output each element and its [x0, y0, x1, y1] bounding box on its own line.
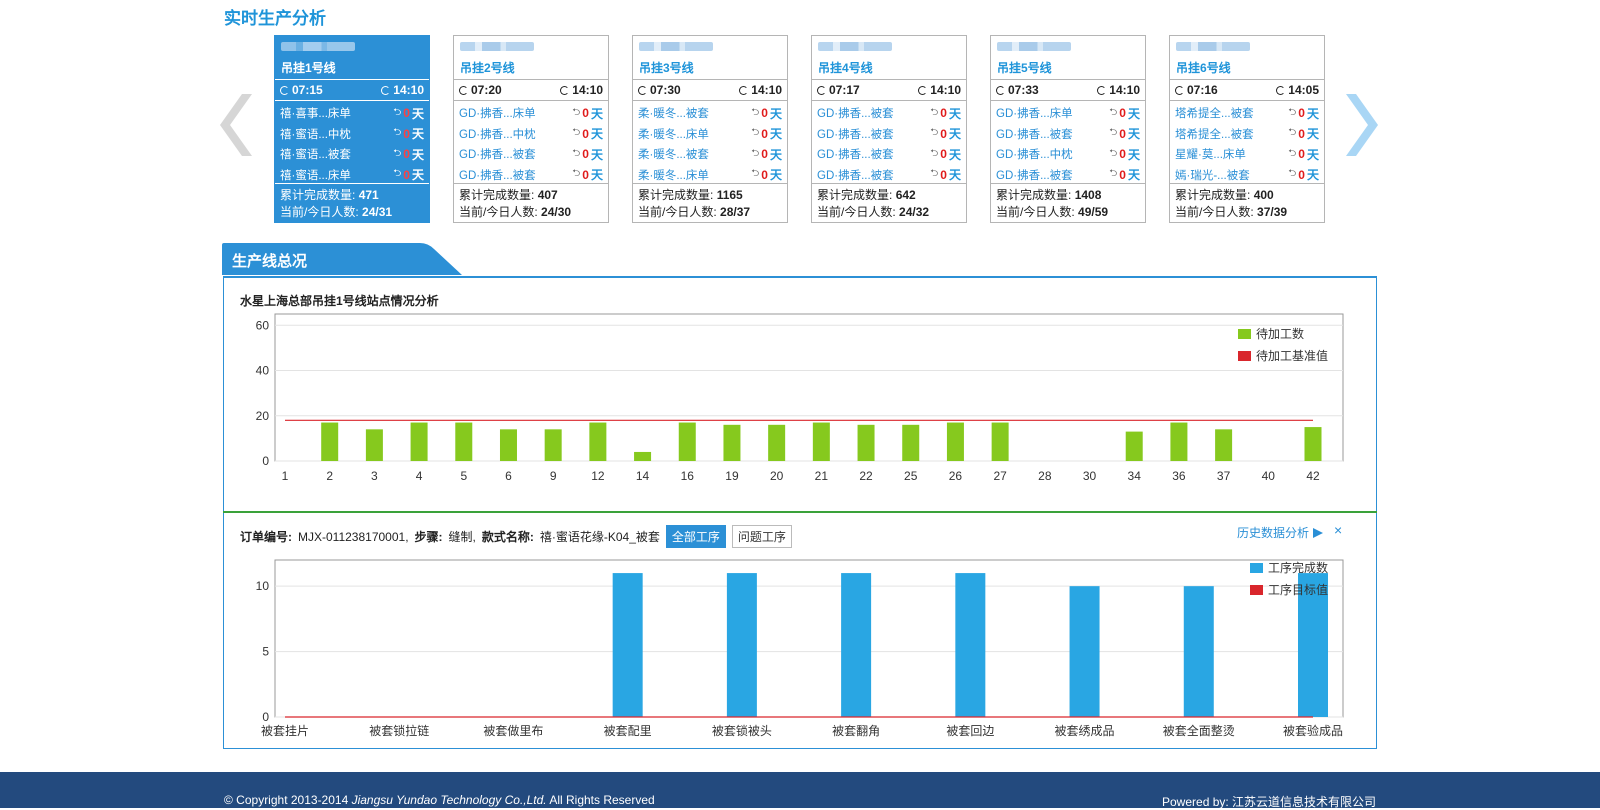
x-tick-label: 6: [505, 469, 512, 483]
bar: [1215, 429, 1233, 461]
x-tick-label: 被套全面整烫: [1163, 723, 1235, 738]
legend-label: 待加工基准值: [1256, 348, 1328, 363]
x-tick-label: 16: [681, 469, 695, 483]
x-tick-label: 34: [1128, 469, 1142, 483]
x-tick-label: 被套做里布: [483, 723, 543, 738]
x-tick-label: 被套绣成品: [1055, 724, 1115, 738]
bar: [723, 424, 741, 461]
legend-swatch: [1250, 563, 1263, 573]
bar: [1304, 427, 1322, 461]
bar: [946, 422, 964, 461]
bar: [499, 429, 517, 461]
bar: [1069, 586, 1100, 717]
bar: [589, 422, 607, 461]
x-tick-label: 30: [1083, 469, 1097, 483]
x-tick-label: 28: [1038, 469, 1052, 483]
bar: [678, 422, 696, 461]
legend-swatch: [1238, 351, 1251, 361]
x-tick-label: 被套锁被头: [712, 723, 772, 738]
x-tick-label: 21: [815, 469, 829, 483]
x-tick-label: 5: [460, 469, 467, 483]
powered-by: Powered by: 江苏云道信息技术有限公司: [1162, 793, 1376, 810]
bar: [841, 573, 872, 717]
y-tick-label: 10: [256, 579, 270, 593]
bar: [902, 424, 920, 461]
bar: [1183, 586, 1214, 717]
bar: [365, 429, 383, 461]
company-en: Jiangsu Yundao Technology Co.,Ltd.: [351, 793, 547, 807]
y-tick-label: 60: [256, 318, 270, 332]
x-tick-label: 9: [550, 469, 557, 483]
bar: [812, 422, 830, 461]
bar: [410, 422, 428, 461]
x-tick-label: 36: [1172, 469, 1186, 483]
legend-label: 工序完成数: [1268, 560, 1328, 575]
bar: [544, 429, 562, 461]
footer: © Copyright 2013-2014 Jiangsu Yundao Tec…: [0, 772, 1600, 810]
x-tick-label: 被套配里: [604, 724, 652, 738]
bar: [726, 573, 757, 717]
bar: [634, 451, 652, 461]
x-tick-label: 37: [1217, 469, 1231, 483]
x-tick-label: 25: [904, 469, 918, 483]
x-tick-label: 被套挂片: [261, 724, 309, 738]
legend-swatch: [1238, 329, 1251, 339]
bar: [991, 422, 1009, 461]
x-tick-label: 14: [636, 469, 650, 483]
y-tick-label: 0: [262, 454, 269, 468]
x-tick-label: 2: [326, 469, 333, 483]
x-tick-label: 被套回边: [946, 724, 994, 738]
x-tick-label: 12: [591, 469, 605, 483]
legend-swatch: [1250, 585, 1263, 595]
bar: [321, 422, 339, 461]
x-tick-label: 27: [993, 469, 1007, 483]
plot-frame: [274, 559, 1344, 718]
bar: [1170, 422, 1188, 461]
y-tick-label: 5: [262, 645, 269, 659]
legend-label: 待加工数: [1256, 326, 1304, 341]
x-tick-label: 3: [371, 469, 378, 483]
rights-text: All Rights Reserved: [546, 793, 655, 807]
x-tick-label: 26: [949, 469, 963, 483]
legend-label: 工序目标值: [1268, 582, 1328, 597]
y-tick-label: 40: [256, 364, 270, 378]
x-tick-label: 被套锁拉链: [369, 723, 429, 738]
x-tick-label: 1: [282, 469, 289, 483]
bar: [612, 573, 643, 717]
x-tick-label: 40: [1262, 469, 1276, 483]
copyright: © Copyright 2013-2014 Jiangsu Yundao Tec…: [224, 793, 655, 807]
bar: [1125, 431, 1143, 461]
x-tick-label: 被套验成品: [1283, 723, 1343, 738]
x-tick-label: 22: [859, 469, 873, 483]
bar: [955, 573, 986, 717]
charts-canvas: 02040601 2 3 4 5 6 9 12 14 16 19 20 21 22 25 26 27 28 30 34…: [256, 313, 1344, 738]
bar: [857, 424, 875, 461]
x-tick-label: 被套翻角: [832, 724, 880, 738]
x-tick-label: 19: [725, 469, 739, 483]
bar: [455, 422, 473, 461]
copyright-prefix: © Copyright 2013-2014: [224, 793, 352, 807]
x-tick-label: 42: [1306, 469, 1320, 483]
y-tick-label: 20: [256, 409, 270, 423]
x-tick-label: 20: [770, 469, 784, 483]
y-tick-label: 0: [262, 710, 269, 724]
powered-label: Powered by:: [1162, 795, 1233, 809]
powered-company: 江苏云道信息技术有限公司: [1232, 795, 1377, 809]
x-tick-label: 4: [416, 469, 423, 483]
bar: [768, 424, 786, 461]
